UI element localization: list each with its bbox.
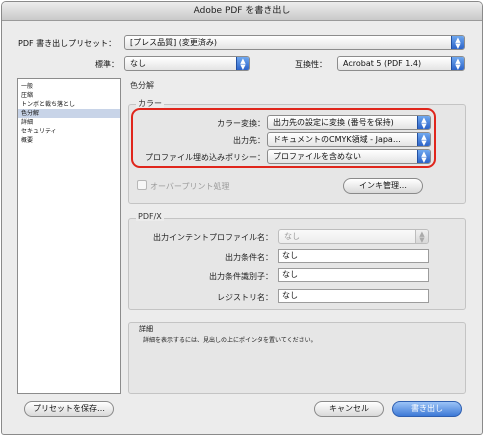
sidebar-item-advanced[interactable]: 詳細 — [18, 118, 120, 127]
overprint-checkbox[interactable] — [137, 180, 147, 190]
compatibility-label: 互換性： — [295, 60, 327, 69]
cancel-button[interactable]: キャンセル — [314, 401, 384, 417]
sidebar-item-security[interactable]: セキュリティ — [18, 127, 120, 136]
category-list[interactable]: 一般 圧縮 トンボと裁ち落とし 色分解 詳細 セキュリティ 概要 — [17, 78, 121, 394]
standard-label: 標準： — [95, 60, 119, 69]
panel-title: 色分解 — [130, 81, 154, 90]
pdfx-group-title: PDF/X — [136, 212, 164, 221]
preset-select[interactable]: [プレス品質] (変更済み) ▲ ▼ — [124, 35, 465, 50]
up-down-arrows-icon: ▲ ▼ — [415, 230, 428, 243]
export-button[interactable]: 書き出し — [392, 401, 462, 417]
preset-value: [プレス品質] (変更済み) — [130, 38, 218, 47]
sidebar-item-general[interactable]: 一般 — [18, 82, 120, 91]
up-down-arrows-icon: ▲ ▼ — [451, 57, 464, 70]
compatibility-select[interactable]: Acrobat 5 (PDF 1.4) ▲ ▼ — [337, 56, 465, 71]
details-title: 詳細 — [139, 325, 153, 333]
red-highlight-annotation — [131, 108, 436, 168]
condition-id-label: 出力条件識別子： — [209, 272, 273, 281]
ink-manager-button[interactable]: インキ管理… — [343, 178, 423, 194]
window-title: Adobe PDF を書き出し — [2, 2, 482, 21]
registry-field[interactable]: なし — [278, 289, 429, 303]
output-intent-label: 出力インテントプロファイル名： — [153, 233, 273, 242]
up-down-arrows-icon: ▲ ▼ — [451, 36, 464, 49]
condition-name-label: 出力条件名： — [225, 253, 273, 262]
output-intent-select[interactable]: なし ▲ ▼ — [278, 229, 429, 244]
overprint-label: オーバープリント処理 — [150, 182, 230, 191]
condition-id-field[interactable]: なし — [278, 268, 429, 282]
condition-name-field[interactable]: なし — [278, 249, 429, 263]
details-text: 詳細を表示するには、見出しの上にポインタを置いてください。 — [143, 337, 317, 344]
sidebar-item-summary[interactable]: 概要 — [18, 136, 120, 145]
standard-select[interactable]: なし ▲ ▼ — [124, 56, 250, 71]
sidebar-item-marks-bleeds[interactable]: トンボと裁ち落とし — [18, 100, 120, 109]
standard-value: なし — [130, 59, 146, 68]
sidebar-item-compression[interactable]: 圧縮 — [18, 91, 120, 100]
preset-label: PDF 書き出しプリセット： — [18, 39, 117, 48]
registry-label: レジストリ名： — [217, 293, 273, 302]
sidebar-item-output[interactable]: 色分解 — [18, 109, 120, 118]
up-down-arrows-icon: ▲ ▼ — [236, 57, 249, 70]
compatibility-value: Acrobat 5 (PDF 1.4) — [343, 59, 422, 68]
save-preset-button[interactable]: プリセットを保存… — [24, 401, 114, 417]
output-intent-value: なし — [284, 232, 300, 241]
details-group — [128, 322, 466, 394]
